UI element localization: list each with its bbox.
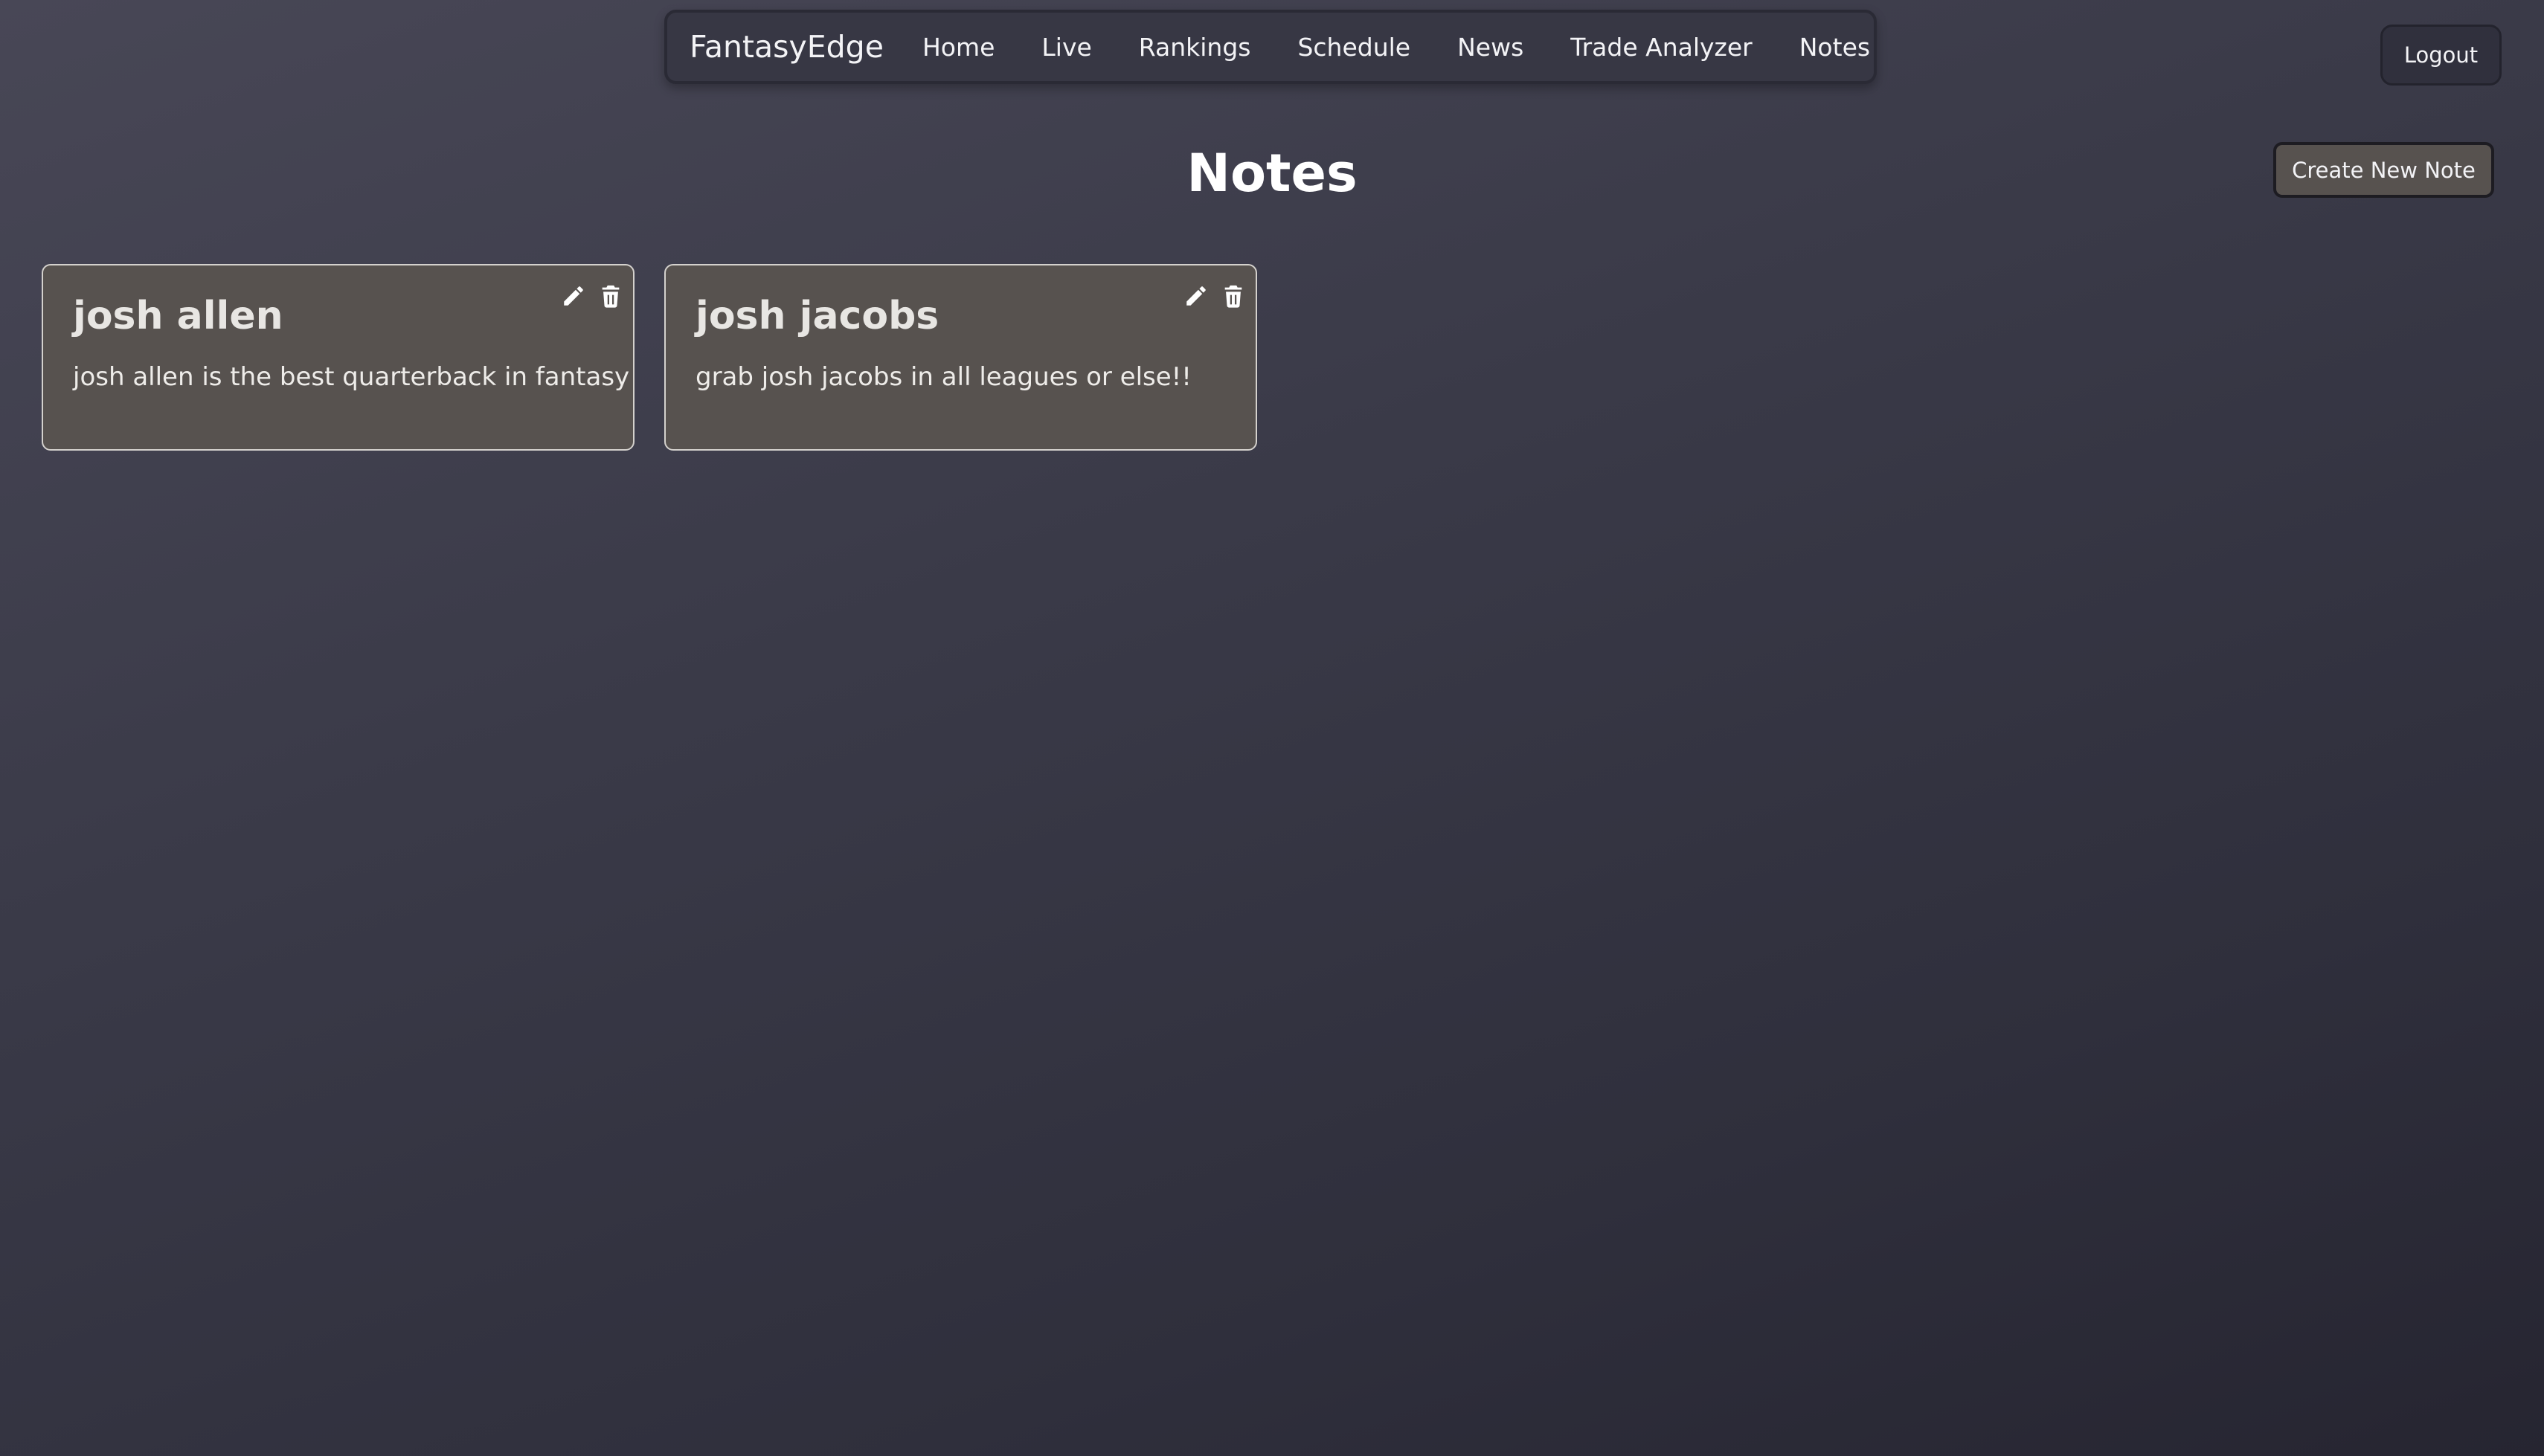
pencil-icon-graphic <box>1186 286 1206 306</box>
trash-icon[interactable] <box>597 282 624 310</box>
pencil-icon-graphic <box>564 286 583 306</box>
nav-item-home[interactable]: Home <box>922 33 995 62</box>
pencil-icon[interactable] <box>1183 282 1210 310</box>
note-title: josh allen <box>73 294 283 338</box>
nav-item-trade-analyzer[interactable]: Trade Analyzer <box>1570 33 1752 62</box>
nav-item-schedule[interactable]: Schedule <box>1297 33 1410 62</box>
logout-button[interactable]: Logout <box>2380 25 2502 86</box>
note-actions <box>560 282 624 310</box>
brand-logo-text[interactable]: FantasyEdge <box>690 29 884 65</box>
note-title: josh jacobs <box>696 294 939 338</box>
page-title: Notes <box>1186 143 1358 204</box>
trash-icon-graphic <box>602 285 620 308</box>
pencil-icon[interactable] <box>560 282 587 310</box>
note-actions <box>1183 282 1247 310</box>
note-card: josh allen josh allen is the best quarte… <box>42 264 635 451</box>
nav-item-notes[interactable]: Notes <box>1799 33 1870 62</box>
trash-icon[interactable] <box>1220 282 1247 310</box>
main-navbar: FantasyEdge Home Live Rankings Schedule … <box>664 10 1877 84</box>
create-new-note-button[interactable]: Create New Note <box>2273 142 2494 198</box>
note-card: josh jacobs grab josh jacobs in all leag… <box>664 264 1257 451</box>
nav-item-live[interactable]: Live <box>1041 33 1091 62</box>
nav-item-rankings[interactable]: Rankings <box>1139 33 1251 62</box>
nav-item-news[interactable]: News <box>1457 33 1523 62</box>
note-body: josh allen is the best quarterback in fa… <box>73 362 630 392</box>
trash-icon-graphic <box>1224 285 1242 308</box>
note-body: grab josh jacobs in all leagues or else!… <box>696 362 1192 392</box>
